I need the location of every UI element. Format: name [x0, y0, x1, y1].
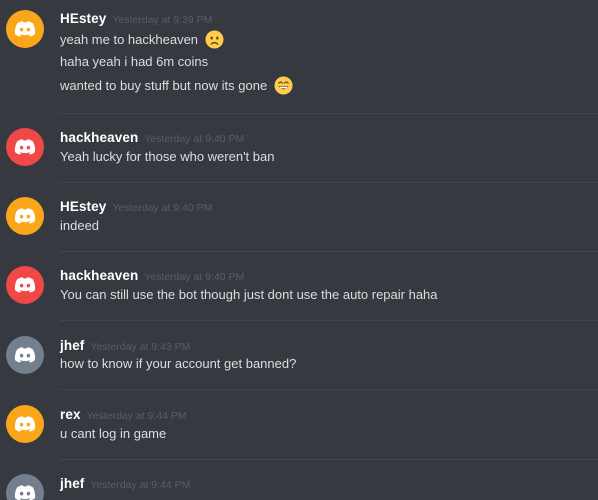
username[interactable]: rex: [60, 407, 81, 422]
message-line-text: yeah me to hackheaven: [60, 32, 199, 47]
message-text: wanted to buy stuff but now its gone: [60, 76, 293, 96]
message-header: HEstey Yesterday at 9:40 PM: [60, 198, 212, 216]
message-header: HEstey Yesterday at 9:39 PM: [60, 10, 212, 28]
message-header: jhef Yesterday at 9:44 PM: [60, 475, 190, 493]
timestamp: Yesterday at 9:39 PM: [112, 14, 213, 26]
timestamp: Yesterday at 9:44 PM: [90, 479, 191, 491]
discord-logo-icon: [6, 474, 44, 500]
message-divider: [60, 320, 598, 321]
timestamp: Yesterday at 9:40 PM: [112, 202, 213, 214]
message-text: how to know if your account get banned?: [60, 356, 297, 371]
avatar[interactable]: [6, 474, 44, 500]
discord-logo-icon: [6, 10, 44, 48]
timestamp: Yesterday at 9:40 PM: [144, 133, 245, 145]
discord-logo-icon: [6, 197, 44, 235]
avatar[interactable]: [6, 10, 44, 48]
discord-logo-icon: [6, 266, 44, 304]
discord-logo-icon: [6, 405, 44, 443]
avatar[interactable]: [6, 197, 44, 235]
message-text: Yeah lucky for those who weren't ban: [60, 149, 275, 164]
timestamp: Yesterday at 9:43 PM: [90, 341, 191, 353]
message-header: rex Yesterday at 9:44 PM: [60, 406, 187, 424]
username[interactable]: HEstey: [60, 11, 106, 26]
message-text: yeah me to hackheaven: [60, 30, 224, 50]
username[interactable]: hackheaven: [60, 268, 138, 283]
message-divider: [60, 251, 598, 252]
worried-face-emoji: [205, 30, 224, 49]
chat-message-list[interactable]: HEstey Yesterday at 9:39 PM yeah me to ha…: [0, 0, 598, 500]
timestamp: Yesterday at 9:40 PM: [144, 271, 245, 283]
message-line-text: wanted to buy stuff but now its gone: [60, 78, 268, 93]
message-header: hackheaven Yesterday at 9:40 PM: [60, 129, 244, 147]
avatar[interactable]: [6, 405, 44, 443]
discord-logo-icon: [6, 336, 44, 374]
message-divider: [60, 113, 598, 114]
message-header: jhef Yesterday at 9:43 PM: [60, 337, 190, 355]
username[interactable]: jhef: [60, 338, 84, 353]
discord-logo-icon: [6, 128, 44, 166]
grinning-smile-emoji: [274, 76, 293, 95]
username[interactable]: HEstey: [60, 199, 106, 214]
username[interactable]: hackheaven: [60, 130, 138, 145]
message-divider: [60, 182, 598, 183]
message-text: indeed: [60, 218, 100, 233]
avatar[interactable]: [6, 128, 44, 166]
message-text: You can still use the bot though just do…: [60, 287, 438, 302]
avatar[interactable]: [6, 336, 44, 374]
message-divider: [60, 389, 598, 390]
username[interactable]: jhef: [60, 476, 84, 491]
message-divider: [60, 459, 598, 460]
message-text: haha yeah i had 6m coins: [60, 54, 209, 69]
message-header: hackheaven Yesterday at 9:40 PM: [60, 267, 244, 285]
message-text: u cant log in game: [60, 426, 167, 441]
avatar[interactable]: [6, 266, 44, 304]
timestamp: Yesterday at 9:44 PM: [86, 410, 187, 422]
